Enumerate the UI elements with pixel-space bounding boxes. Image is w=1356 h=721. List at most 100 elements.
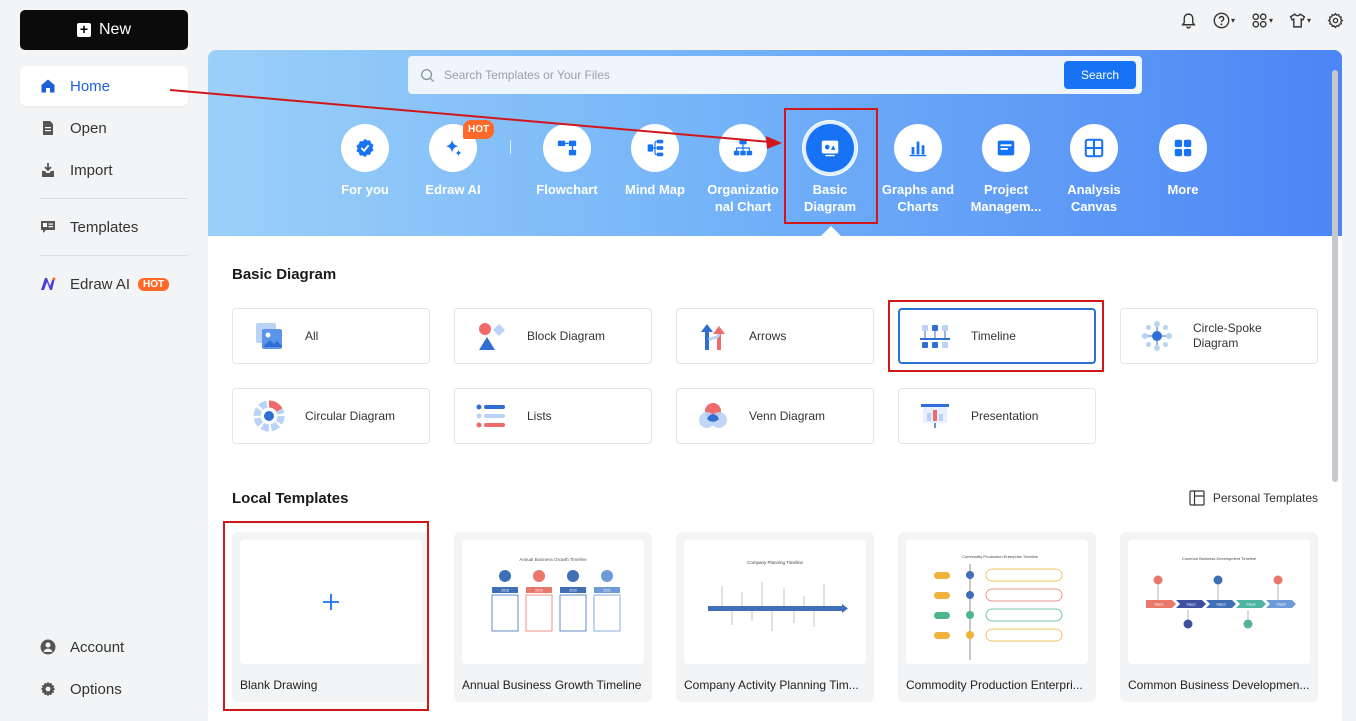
tile-label: All [305, 328, 319, 343]
tile-venn-diagram[interactable]: Venn Diagram [676, 388, 874, 444]
hot-badge: HOT [463, 120, 495, 139]
template-caption: Commodity Production Enterpri... [906, 678, 1083, 692]
tile-presentation[interactable]: Presentation [898, 388, 1096, 444]
template-preview: Company Planning Timeline [708, 560, 848, 631]
scrollbar[interactable] [1332, 70, 1338, 482]
template-card-annual-business-growth[interactable]: Annual Business Growth Timeline 2018 201… [454, 532, 652, 702]
bell-icon [1181, 13, 1196, 29]
category-mind-map[interactable]: Mind Map [611, 122, 699, 198]
thumb-year: 2019 [535, 589, 543, 593]
mind-map-icon [647, 139, 664, 157]
sidebar-item-edraw-ai[interactable]: Edraw AI HOT [20, 264, 188, 304]
divider [510, 140, 511, 154]
sidebar-item-account[interactable]: Account [20, 627, 188, 667]
section-title: Basic Diagram [232, 266, 337, 283]
annotation-box-timeline [888, 300, 1104, 372]
timeline-steps: Step1 Step2 Step3 Step4 Step5 [1146, 575, 1296, 629]
thumb-step: Step4 [1246, 603, 1255, 607]
venn-icon [699, 403, 727, 428]
category-label: Graphs and [881, 182, 955, 197]
sidebar-item-options[interactable]: Options [20, 669, 188, 709]
annotation-box-basic-diagram [784, 108, 878, 224]
tile-label: Presentation [971, 408, 1039, 423]
template-card-commodity-production[interactable]: Commodity Production Enterprise Timeline… [898, 532, 1096, 702]
tile-arrows[interactable]: Arrows [676, 308, 874, 364]
category-for-you[interactable]: For you [321, 122, 409, 198]
apps-icon [1252, 13, 1267, 28]
template-thumbnail: Company Planning Timeline [684, 540, 866, 664]
block-diagram-icon [479, 323, 505, 350]
personal-templates-link[interactable]: Personal Templates [1189, 490, 1318, 506]
org-chart-icon [733, 139, 753, 156]
tile-block-diagram[interactable]: Block Diagram [454, 308, 652, 364]
category-flowchart[interactable]: Flowchart [523, 122, 611, 198]
search-bar[interactable]: Search Templates or Your Files Search [408, 56, 1142, 94]
sidebar-item-home[interactable]: Home [20, 66, 188, 106]
edraw-ai-logo-icon [41, 277, 56, 290]
notification-button[interactable] [1180, 12, 1197, 29]
chevron-down-icon: ▾ [1306, 16, 1311, 25]
category-label: Charts [897, 199, 939, 214]
project-icon [997, 140, 1015, 156]
theme-button[interactable]: ▾ [1289, 12, 1311, 29]
settings-button[interactable] [1327, 12, 1344, 29]
file-icon [43, 121, 53, 135]
sidebar-item-label: Templates [70, 218, 139, 236]
thumb-year: 2018 [501, 589, 509, 593]
category-edraw-ai[interactable]: Edraw AI HOT [409, 120, 497, 198]
template-caption: Annual Business Growth Timeline [462, 678, 642, 692]
tile-all[interactable]: All [232, 308, 430, 364]
template-preview: Annual Business Growth Timeline 2018 201… [491, 557, 621, 632]
template-caption: Common Business Developmen... [1128, 678, 1310, 692]
tile-label: Block Diagram [527, 328, 606, 343]
new-button-label: New [98, 21, 131, 38]
flowchart-icon [557, 140, 577, 156]
sidebar-item-templates[interactable]: Templates [20, 207, 188, 247]
thumb-title: Company Planning Timeline [747, 560, 804, 565]
category-label: More [1167, 182, 1199, 197]
thumb-step: Step2 [1186, 603, 1195, 607]
apps-button[interactable]: ▾ [1251, 12, 1273, 29]
annotation-box-blank-drawing [223, 521, 429, 711]
sidebar-item-label: Edraw AI [70, 275, 131, 293]
list-icon [476, 404, 505, 428]
timeline-rows [934, 564, 1063, 660]
sidebar-item-label: Options [70, 680, 122, 698]
canvas-icon [1084, 138, 1104, 158]
tile-circle-spoke-diagram[interactable]: Circle-Spoke Diagram [1120, 308, 1318, 364]
gear-icon [1327, 12, 1344, 29]
category-label: Organizatio [707, 182, 779, 197]
template-caption: Company Activity Planning Tim... [684, 678, 859, 692]
badge-check-icon [356, 138, 374, 158]
presentation-icon [921, 404, 949, 428]
tile-label-line: Diagram [1193, 336, 1239, 350]
thumb-step: Step1 [1154, 603, 1163, 607]
template-card-company-planning[interactable]: Company Planning Timeline Company Activi… [676, 532, 874, 702]
sparkle-icon [445, 139, 462, 157]
search-button[interactable]: Search [1064, 61, 1136, 89]
help-icon [1213, 12, 1230, 29]
help-button[interactable]: ▾ [1213, 12, 1235, 29]
sidebar-item-open[interactable]: Open [20, 108, 188, 148]
chevron-down-icon: ▾ [1230, 16, 1235, 25]
tile-circular-diagram[interactable]: Circular Diagram [232, 388, 430, 444]
category-organizational-chart[interactable]: Organizatio nal Chart [699, 122, 787, 215]
tile-label: Venn Diagram [749, 408, 826, 423]
tile-lists[interactable]: Lists [454, 388, 652, 444]
template-thumbnail: Common Business Development Timeline Ste… [1128, 540, 1310, 664]
category-project-management[interactable]: Project Managem... [962, 122, 1050, 215]
timeline-bar [708, 582, 848, 631]
sidebar-item-label: Home [70, 77, 111, 95]
tile-label: Lists [527, 408, 552, 423]
plus-icon: + [76, 22, 91, 37]
thumb-title: Common Business Development Timeline [1182, 556, 1257, 561]
category-graphs-and-charts[interactable]: Graphs and Charts [874, 122, 962, 215]
search-input[interactable]: Search Templates or Your Files [444, 68, 1064, 82]
sidebar-item-import[interactable]: Import [20, 150, 188, 190]
new-button[interactable]: + New [20, 10, 188, 50]
bar-chart-icon [909, 141, 927, 157]
category-more[interactable]: More [1139, 122, 1227, 198]
category-analysis-canvas[interactable]: Analysis Canvas [1050, 122, 1138, 215]
template-card-common-business-development[interactable]: Common Business Development Timeline Ste… [1120, 532, 1318, 702]
grid-icon [1174, 139, 1192, 157]
